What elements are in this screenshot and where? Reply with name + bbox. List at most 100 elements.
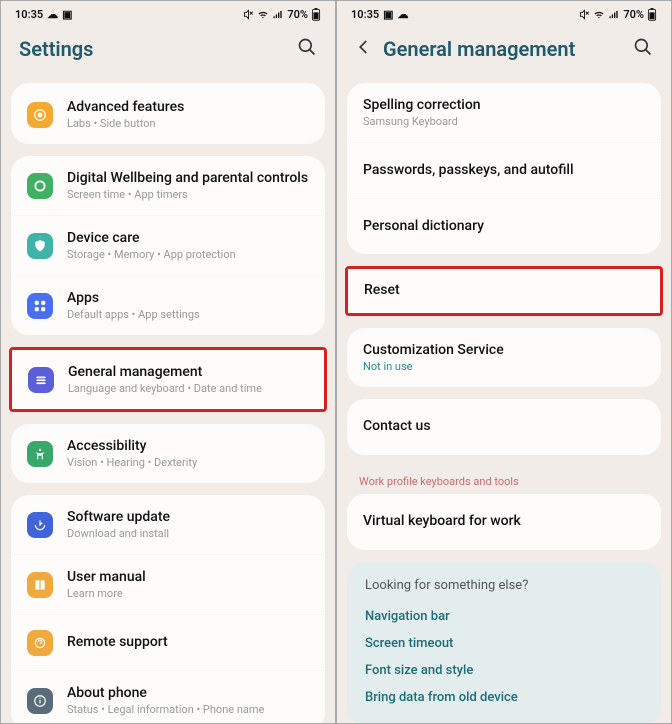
- signal-icon: [608, 9, 620, 20]
- status-time: 10:35: [15, 8, 43, 21]
- item-apps[interactable]: Apps Default apps • App settings: [11, 275, 325, 335]
- item-spelling-correction[interactable]: Spelling correction Samsung Keyboard: [347, 83, 661, 142]
- page-title: General management: [383, 37, 633, 61]
- link-font-size[interactable]: Font size and style: [365, 657, 643, 684]
- item-about-phone[interactable]: About phone Status • Legal information •…: [11, 670, 325, 724]
- item-title: Device care: [67, 230, 309, 246]
- general-icon: [28, 367, 54, 393]
- item-general-management[interactable]: General management Language and keyboard…: [12, 350, 324, 409]
- item-title: Contact us: [363, 418, 645, 434]
- screen-settings: 10:35 ☁ ▣ 70% Settings Advanced features…: [0, 0, 336, 724]
- battery-icon: [647, 8, 657, 21]
- signal-icon: [272, 9, 284, 20]
- header-general: General management: [337, 27, 671, 83]
- link-navigation-bar[interactable]: Navigation bar: [365, 603, 643, 630]
- gm-group: Spelling correction Samsung Keyboard Pas…: [347, 83, 661, 254]
- item-remote-support[interactable]: Remote support: [11, 614, 325, 670]
- item-title: Apps: [67, 290, 309, 306]
- item-title: User manual: [67, 569, 309, 585]
- item-accessibility[interactable]: Accessibility Vision • Hearing • Dexteri…: [11, 424, 325, 483]
- item-sub: Learn more: [67, 587, 309, 600]
- link-bring-data[interactable]: Bring data from old device: [365, 684, 643, 711]
- update-icon: [27, 512, 53, 538]
- item-sub: Samsung Keyboard: [363, 115, 645, 128]
- item-title: Personal dictionary: [363, 218, 645, 234]
- item-sub: Default apps • App settings: [67, 308, 309, 321]
- item-title: Advanced features: [67, 99, 309, 115]
- battery-icon: [311, 8, 321, 21]
- item-advanced-features[interactable]: Advanced features Labs • Side button: [11, 85, 325, 144]
- item-sub: Labs • Side button: [67, 117, 309, 130]
- settings-group: Advanced features Labs • Side button: [11, 83, 325, 144]
- picture-icon: ▣: [383, 8, 393, 21]
- wellbeing-icon: [27, 173, 53, 199]
- item-software-update[interactable]: Software update Download and install: [11, 495, 325, 554]
- accessibility-icon: [27, 441, 53, 467]
- item-user-manual[interactable]: User manual Learn more: [11, 554, 325, 614]
- status-right: 70%: [243, 8, 321, 21]
- status-right: 70%: [579, 8, 657, 21]
- battery-pct: 70%: [623, 8, 644, 21]
- link-screen-timeout[interactable]: Screen timeout: [365, 630, 643, 657]
- mute-icon: [243, 9, 254, 20]
- cloud-icon: ☁: [398, 8, 409, 21]
- advanced-icon: [27, 102, 53, 128]
- manual-icon: [27, 572, 53, 598]
- item-sub: Status • Legal information • Phone name: [67, 703, 309, 716]
- page-title: Settings: [19, 37, 297, 61]
- suggest-heading: Looking for something else?: [365, 578, 643, 593]
- item-title: General management: [68, 364, 308, 380]
- suggest-box: Looking for something else? Navigation b…: [347, 562, 661, 724]
- item-sub: Storage • Memory • App protection: [67, 248, 309, 261]
- item-digital-wellbeing[interactable]: Digital Wellbeing and parental controls …: [11, 156, 325, 215]
- settings-group: Software update Download and install Use…: [11, 495, 325, 724]
- search-icon[interactable]: [297, 37, 317, 61]
- item-title: Reset: [364, 282, 644, 298]
- cloud-icon: ☁: [47, 8, 58, 21]
- item-title: Remote support: [67, 634, 309, 650]
- item-title: About phone: [67, 685, 309, 701]
- header-settings: Settings: [1, 27, 335, 83]
- wifi-icon: [593, 9, 605, 20]
- item-sub: Language and keyboard • Date and time: [68, 382, 308, 395]
- item-sub: Download and install: [67, 527, 309, 540]
- gm-group: Customization Service Not in use: [347, 328, 661, 387]
- gm-group: Contact us: [347, 399, 661, 455]
- battery-pct: 70%: [287, 8, 308, 21]
- mute-icon: [579, 9, 590, 20]
- item-sub: Screen time • App timers: [67, 188, 309, 201]
- screen-general-management: 10:35 ▣ ☁ 70% General management Spellin…: [336, 0, 672, 724]
- search-icon[interactable]: [633, 37, 653, 61]
- item-personal-dictionary[interactable]: Personal dictionary: [347, 198, 661, 254]
- wifi-icon: [257, 9, 269, 20]
- item-customization-service[interactable]: Customization Service Not in use: [347, 328, 661, 387]
- item-sub: Vision • Hearing • Dexterity: [67, 456, 309, 469]
- item-title: Virtual keyboard for work: [363, 513, 645, 529]
- status-time: 10:35: [351, 8, 379, 21]
- settings-group: Digital Wellbeing and parental controls …: [11, 156, 325, 335]
- settings-group: Accessibility Vision • Hearing • Dexteri…: [11, 424, 325, 483]
- support-icon: [27, 630, 53, 656]
- status-bar: 10:35 ▣ ☁ 70%: [337, 1, 671, 27]
- item-sub: Not in use: [363, 360, 645, 373]
- item-title: Digital Wellbeing and parental controls: [67, 170, 309, 186]
- about-icon: [27, 688, 53, 714]
- item-reset[interactable]: Reset: [348, 269, 660, 313]
- status-bar: 10:35 ☁ ▣ 70%: [1, 1, 335, 27]
- section-label: Work profile keyboards and tools: [337, 467, 671, 494]
- apps-icon: [27, 293, 53, 319]
- back-icon[interactable]: [355, 38, 373, 60]
- highlight-reset: Reset: [345, 266, 663, 316]
- picture-icon: ▣: [62, 8, 72, 21]
- item-title: Customization Service: [363, 342, 645, 358]
- gm-group: Virtual keyboard for work: [347, 494, 661, 550]
- item-title: Spelling correction: [363, 97, 645, 113]
- item-passwords[interactable]: Passwords, passkeys, and autofill: [347, 142, 661, 198]
- item-title: Passwords, passkeys, and autofill: [363, 162, 645, 178]
- item-contact-us[interactable]: Contact us: [347, 399, 661, 455]
- item-title: Accessibility: [67, 438, 309, 454]
- item-device-care[interactable]: Device care Storage • Memory • App prote…: [11, 215, 325, 275]
- item-virtual-keyboard[interactable]: Virtual keyboard for work: [347, 494, 661, 550]
- highlight-general-management: General management Language and keyboard…: [9, 347, 327, 412]
- device-care-icon: [27, 233, 53, 259]
